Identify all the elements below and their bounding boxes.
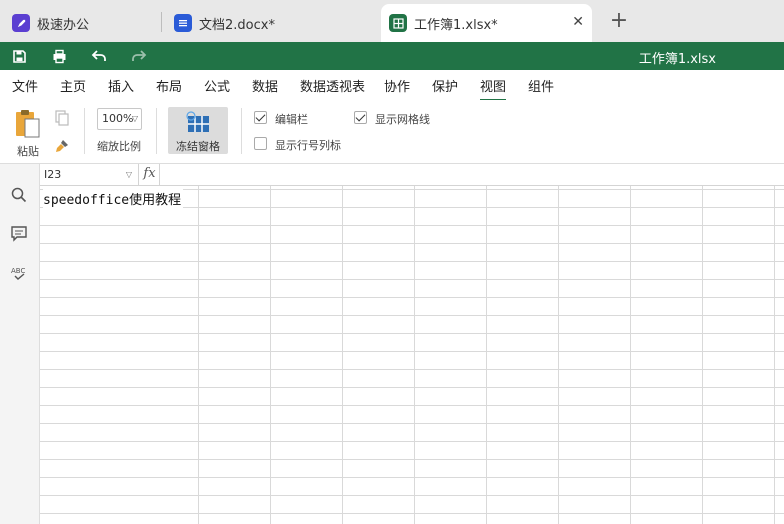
menu-collaborate[interactable]: 协作 [384,76,410,95]
zoom-label: 缩放比例 [97,140,141,153]
paste-label: 粘贴 [17,145,39,158]
tab-label: 工作簿1.xlsx* [414,17,498,33]
tab-label: 文档2.docx* [199,17,275,33]
chevron-down-icon: ▽ [131,114,138,123]
tab-workbook[interactable]: 工作簿1.xlsx* ✕ [381,4,592,42]
clipboard-icon [16,110,40,138]
redo-icon[interactable] [129,46,149,66]
column-gridline [342,186,343,524]
menu-file[interactable]: 文件 [12,76,38,95]
format-painter-icon[interactable] [54,138,70,157]
spellcheck-icon[interactable]: ABC [10,264,30,284]
menu-home[interactable]: 主页 [60,76,86,95]
sheet-icon [389,14,407,32]
chevron-down-icon: ▽ [125,170,132,179]
freeze-panes-button[interactable]: 冻结窗格 [168,107,228,154]
formula-bar-label: 编辑栏 [275,113,308,126]
copy-icon[interactable] [54,110,70,129]
freeze-panes-label: 冻结窗格 [176,140,220,153]
gridlines-label: 显示网格线 [375,113,430,126]
menu-protect[interactable]: 保护 [432,76,458,95]
headings-checkbox[interactable] [254,137,267,150]
menu-components[interactable]: 组件 [528,76,554,95]
menu-view[interactable]: 视图 [480,76,507,101]
column-gridline [270,186,271,524]
column-gridline [702,186,703,524]
tab-label: 极速办公 [37,17,90,33]
cell-reference: I23 [44,168,62,181]
formula-bar-checkbox[interactable] [254,111,267,124]
rocket-icon [12,14,30,32]
freeze-panes-icon [186,111,209,132]
formula-bar: I23 ▽ fx [40,164,784,186]
menu-formula[interactable]: 公式 [204,76,230,95]
column-gridline [630,186,631,524]
save-icon[interactable] [9,46,29,66]
comment-icon[interactable] [10,225,30,245]
menu-data[interactable]: 数据 [252,76,278,95]
undo-icon[interactable] [89,46,109,66]
search-icon[interactable] [10,186,30,206]
print-icon[interactable] [49,46,69,66]
column-gridline [558,186,559,524]
gridlines-checkbox[interactable] [354,111,367,124]
tab-home[interactable]: 极速办公 [0,4,160,42]
name-box[interactable]: I23 ▽ [40,164,139,185]
left-sidebar: ABC [0,164,40,524]
tab-strip: 极速办公 文档2.docx* 工作簿1.xlsx* ✕ + [0,0,784,42]
menu-bar: 文件 主页 插入 布局 公式 数据 数据透视表 协作 保护 视图 组件 [0,70,784,101]
function-icon[interactable]: fx [140,164,160,185]
menu-pivot-table[interactable]: 数据透视表 [300,76,365,95]
column-gridline [486,186,487,524]
column-gridline [774,186,775,524]
column-gridline [414,186,415,524]
cell-a1[interactable]: speedoffice使用教程 [43,189,184,208]
ribbon-view: 粘贴 100% ▽ 缩放比例 冻结窗格 编辑栏 显示行号列标 显示网格线 [0,100,784,164]
close-icon[interactable]: ✕ [572,14,584,30]
menu-layout[interactable]: 布局 [156,76,182,95]
paste-button[interactable] [12,108,44,140]
menu-insert[interactable]: 插入 [108,76,134,95]
headings-label: 显示行号列标 [275,139,341,152]
column-gridline [198,186,199,524]
ribbon-divider [84,108,85,154]
quick-access-bar: 工作簿1.xlsx [0,42,784,70]
ribbon-divider [156,108,157,154]
spreadsheet-grid[interactable] [40,186,784,524]
tab-doc[interactable]: 文档2.docx* [162,4,380,42]
new-tab-button[interactable]: + [608,9,630,33]
zoom-select[interactable]: 100% ▽ [97,108,142,130]
document-title: 工作簿1.xlsx [638,52,716,67]
zoom-value: 100% [102,112,134,125]
ribbon-divider [241,108,242,154]
formula-input[interactable] [161,164,784,185]
doc-icon [174,14,192,32]
